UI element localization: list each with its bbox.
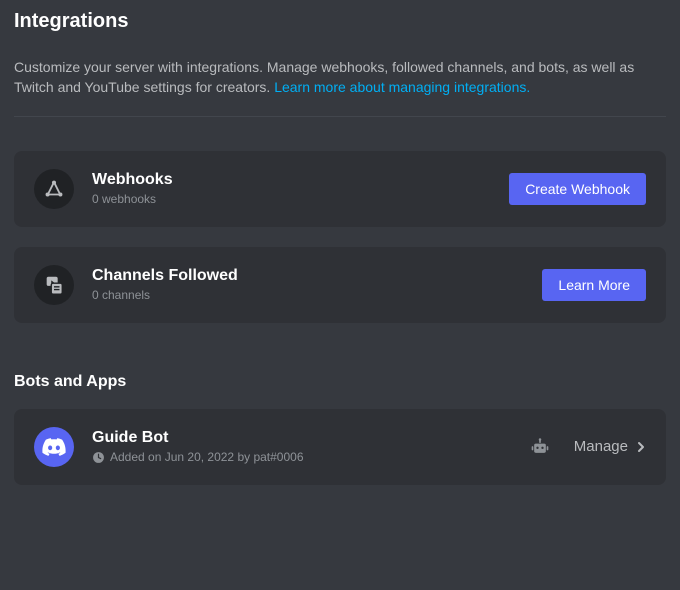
learn-more-link[interactable]: Learn more about managing integrations. xyxy=(274,79,530,95)
manage-label: Manage xyxy=(574,438,628,455)
webhooks-subtitle: 0 webhooks xyxy=(92,192,509,206)
webhook-icon xyxy=(34,169,74,209)
bot-row[interactable]: Guide Bot Added on Jun 20, 2022 by pat#0… xyxy=(14,409,666,485)
page-title: Integrations xyxy=(14,10,666,33)
intro-text: Customize your server with integrations.… xyxy=(14,57,666,98)
channels-card: Channels Followed 0 channels Learn More xyxy=(14,247,666,323)
divider xyxy=(14,116,666,117)
bots-section-title: Bots and Apps xyxy=(14,373,666,391)
chevron-right-icon xyxy=(636,441,646,453)
webhooks-card: Webhooks 0 webhooks Create Webhook xyxy=(14,151,666,227)
webhooks-title: Webhooks xyxy=(92,171,509,189)
create-webhook-button[interactable]: Create Webhook xyxy=(509,173,646,205)
bot-added-line: Added on Jun 20, 2022 by pat#0006 xyxy=(92,450,530,464)
channels-title: Channels Followed xyxy=(92,267,542,285)
robot-icon xyxy=(530,437,550,457)
bot-avatar xyxy=(34,427,74,467)
learn-more-button[interactable]: Learn More xyxy=(542,269,646,301)
bot-added-text: Added on Jun 20, 2022 by pat#0006 xyxy=(110,450,304,464)
manage-button[interactable]: Manage xyxy=(574,438,646,455)
channels-icon xyxy=(34,265,74,305)
channels-subtitle: 0 channels xyxy=(92,288,542,302)
bot-name: Guide Bot xyxy=(92,429,530,447)
clock-icon xyxy=(92,451,105,464)
